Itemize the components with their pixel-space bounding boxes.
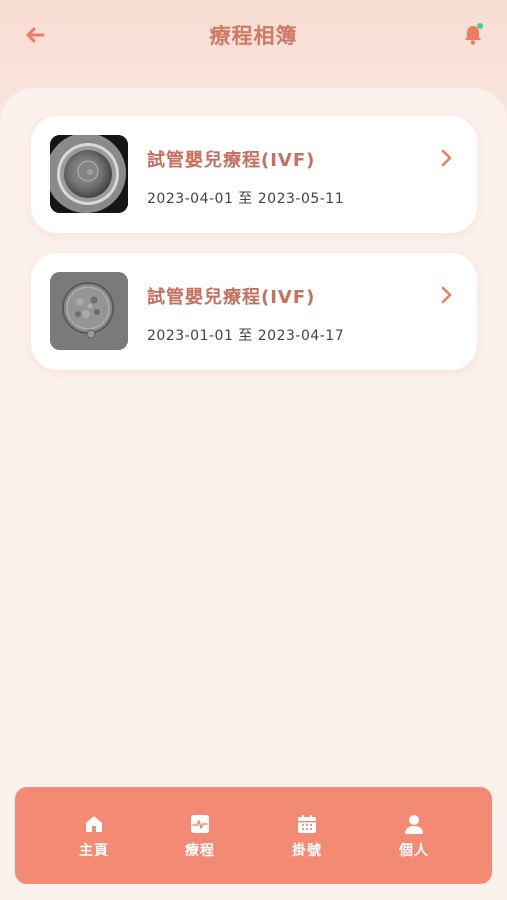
chevron-right-icon	[441, 149, 452, 167]
album-card[interactable]: 試管嬰兒療程(IVF) 2023-04-01 至 2023-05-11	[31, 116, 477, 233]
album-date-range: 2023-04-01 至 2023-05-11	[147, 191, 345, 207]
nav-item-profile[interactable]: 個人	[374, 813, 454, 860]
nav-item-treatment[interactable]: 療程	[160, 813, 240, 860]
notification-button[interactable]	[460, 22, 486, 48]
egg-cell-image	[50, 135, 128, 213]
album-title: 試管嬰兒療程(IVF)	[147, 150, 316, 171]
nav-label: 主頁	[79, 843, 109, 859]
album-date-range: 2023-01-01 至 2023-04-17	[147, 328, 345, 344]
page-title: 療程相簿	[209, 24, 298, 48]
home-icon	[86, 816, 102, 832]
nav-label: 掛號	[292, 843, 322, 859]
header: 療程相簿	[0, 0, 507, 72]
treatment-icon	[191, 815, 209, 833]
album-thumbnail	[50, 135, 128, 213]
album-list: 試管嬰兒療程(IVF) 2023-04-01 至 2023-05-11 試管嬰兒…	[0, 88, 507, 900]
nav-label: 療程	[185, 843, 215, 859]
nav-item-home[interactable]: 主頁	[54, 813, 134, 860]
chevron-right-icon	[441, 286, 452, 304]
nav-label: 個人	[399, 843, 429, 859]
calendar-icon	[298, 815, 316, 833]
embryo-image	[50, 272, 128, 350]
album-thumbnail	[50, 272, 128, 350]
album-card[interactable]: 試管嬰兒療程(IVF) 2023-01-01 至 2023-04-17	[31, 253, 477, 370]
nav-item-appointment[interactable]: 掛號	[267, 813, 347, 860]
bottom-nav: 主頁 療程 掛號 個人	[15, 787, 492, 884]
notification-dot	[477, 23, 483, 29]
album-title: 試管嬰兒療程(IVF)	[147, 287, 316, 308]
user-icon	[405, 815, 423, 834]
